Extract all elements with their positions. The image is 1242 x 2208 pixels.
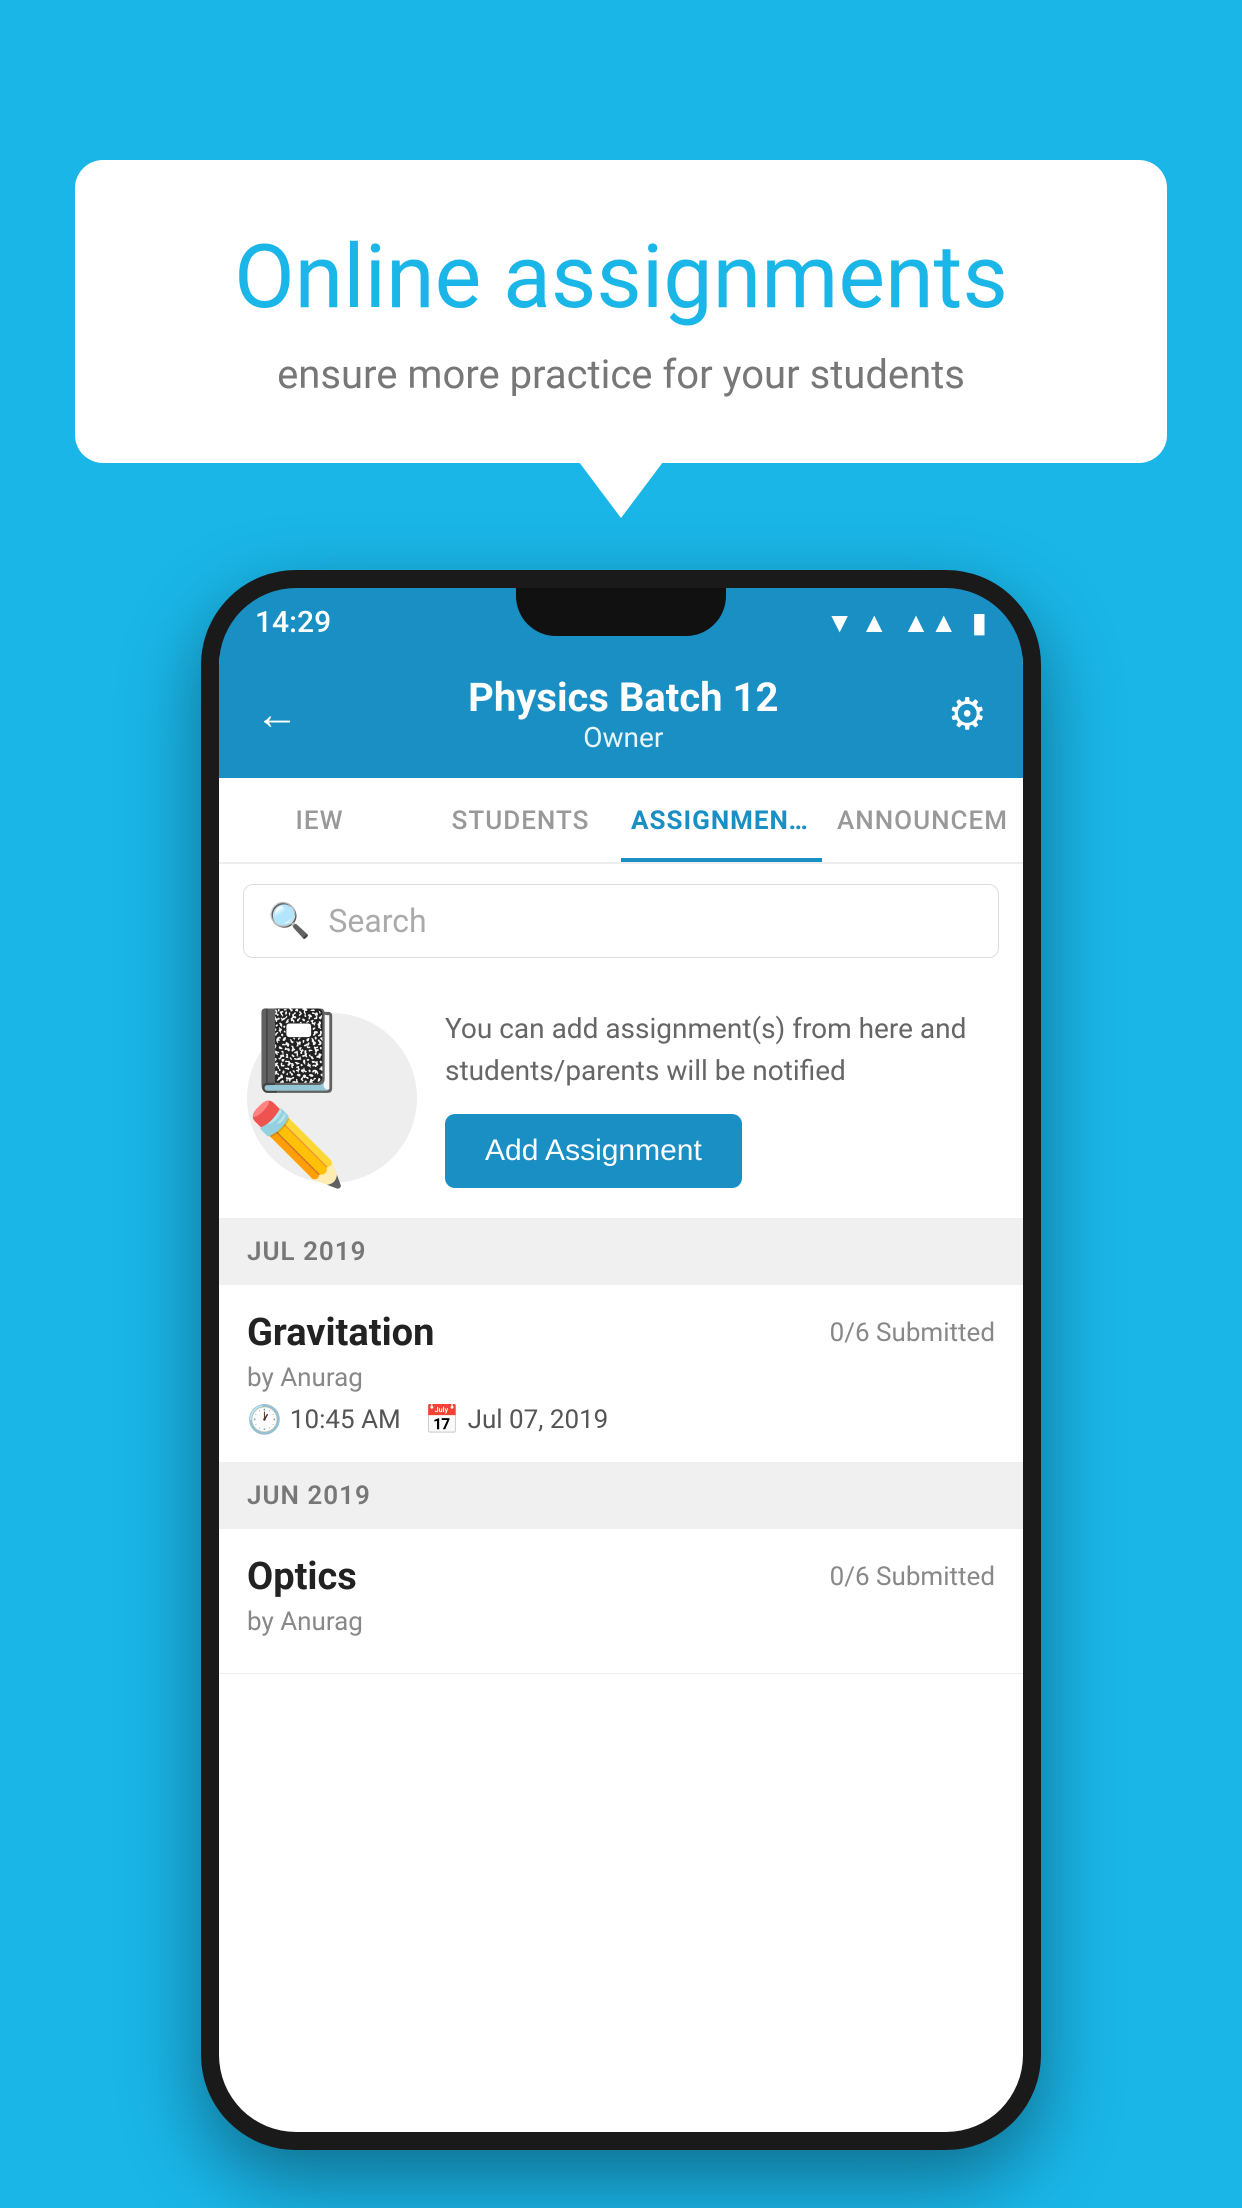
settings-icon[interactable]: ⚙ [948, 688, 987, 740]
assignment-title-gravitation: Gravitation [247, 1311, 434, 1355]
search-icon: 🔍 [268, 901, 310, 941]
add-assignment-button[interactable]: Add Assignment [445, 1114, 742, 1188]
assignment-item-gravitation[interactable]: Gravitation 0/6 Submitted by Anurag 🕐 10… [219, 1285, 1023, 1463]
search-container: 🔍 Search [219, 864, 1023, 978]
header-center: Physics Batch 12 Owner [299, 674, 948, 754]
header-title: Physics Batch 12 [299, 674, 948, 721]
phone-notch [516, 588, 726, 636]
app-header: ← Physics Batch 12 Owner ⚙ [219, 656, 1023, 778]
search-placeholder: Search [328, 902, 426, 940]
meta-time-gravitation: 🕐 10:45 AM [247, 1403, 401, 1436]
section-header-jul: JUL 2019 [219, 1219, 1023, 1285]
section-header-jun: JUN 2019 [219, 1463, 1023, 1529]
tabs-container: IEW STUDENTS ASSIGNMENTS ANNOUNCEM [219, 778, 1023, 864]
tab-assignments[interactable]: ASSIGNMENTS [621, 778, 822, 862]
promo-description: You can add assignment(s) from here and … [445, 1008, 995, 1092]
assignment-meta-gravitation: 🕐 10:45 AM 📅 Jul 07, 2019 [247, 1403, 995, 1436]
phone-side-right [1023, 908, 1037, 988]
status-time: 14:29 [255, 605, 331, 640]
calendar-icon: 📅 [425, 1403, 460, 1436]
phone-side-left-3 [205, 1038, 219, 1138]
clock-icon: 🕐 [247, 1403, 282, 1436]
phone-screen: ← Physics Batch 12 Owner ⚙ IEW STUDENTS … [219, 656, 1023, 2132]
bubble-title: Online assignments [155, 230, 1087, 327]
phone-mockup: 14:29 ▼ ▲ ▲▲ ▮ ← Physics Batch 12 Owner … [201, 570, 1041, 2150]
back-button[interactable]: ← [255, 688, 299, 740]
assignment-top: Gravitation 0/6 Submitted [247, 1311, 995, 1355]
speech-bubble: Online assignments ensure more practice … [75, 160, 1167, 463]
notebook-icon: 📓✏️ [247, 1004, 417, 1192]
speech-bubble-container: Online assignments ensure more practice … [75, 160, 1167, 463]
assignment-date-gravitation: Jul 07, 2019 [468, 1405, 609, 1435]
assignment-title-optics: Optics [247, 1555, 357, 1599]
phone-side-left-2 [205, 918, 219, 1018]
promo-content: You can add assignment(s) from here and … [445, 1008, 995, 1188]
assignment-submitted-gravitation: 0/6 Submitted [830, 1318, 995, 1348]
tab-announcements[interactable]: ANNOUNCEM [822, 778, 1023, 862]
bubble-subtitle: ensure more practice for your students [155, 351, 1087, 398]
tab-iew[interactable]: IEW [219, 778, 420, 862]
header-subtitle: Owner [299, 721, 948, 754]
assignment-author-gravitation: by Anurag [247, 1363, 995, 1393]
phone-side-left-1 [205, 838, 219, 893]
signal-icon: ▲▲ [902, 606, 957, 639]
battery-icon: ▮ [972, 606, 987, 639]
assignment-top-optics: Optics 0/6 Submitted [247, 1555, 995, 1599]
assignment-author-optics: by Anurag [247, 1607, 995, 1637]
assignment-time-gravitation: 10:45 AM [290, 1405, 401, 1435]
promo-section: 📓✏️ You can add assignment(s) from here … [219, 978, 1023, 1219]
promo-icon-circle: 📓✏️ [247, 1013, 417, 1183]
assignment-submitted-optics: 0/6 Submitted [830, 1562, 995, 1592]
meta-date-gravitation: 📅 Jul 07, 2019 [425, 1403, 609, 1436]
assignment-item-optics[interactable]: Optics 0/6 Submitted by Anurag [219, 1529, 1023, 1674]
status-icons: ▼ ▲ ▲▲ ▮ [826, 606, 987, 639]
search-bar[interactable]: 🔍 Search [243, 884, 999, 958]
tab-students[interactable]: STUDENTS [420, 778, 621, 862]
wifi-icon: ▼ ▲ [826, 606, 888, 639]
